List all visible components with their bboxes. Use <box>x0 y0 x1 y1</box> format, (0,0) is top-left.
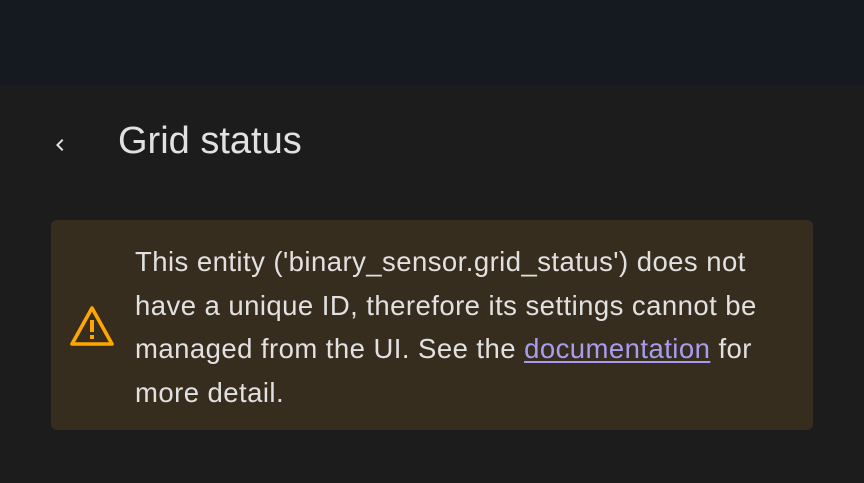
dialog-header: Grid status <box>0 85 864 197</box>
top-app-bar <box>0 0 864 85</box>
warning-alert: This entity ('binary_sensor.grid_status'… <box>51 220 813 430</box>
chevron-left-icon <box>48 133 72 157</box>
warning-triangle-icon <box>68 304 116 348</box>
documentation-link[interactable]: documentation <box>524 333 710 364</box>
back-button[interactable] <box>36 121 84 169</box>
entity-settings-dialog: Grid status This entity ('binary_sensor.… <box>0 85 864 483</box>
alert-message: This entity ('binary_sensor.grid_status'… <box>135 240 795 414</box>
dialog-title: Grid status <box>118 120 302 162</box>
